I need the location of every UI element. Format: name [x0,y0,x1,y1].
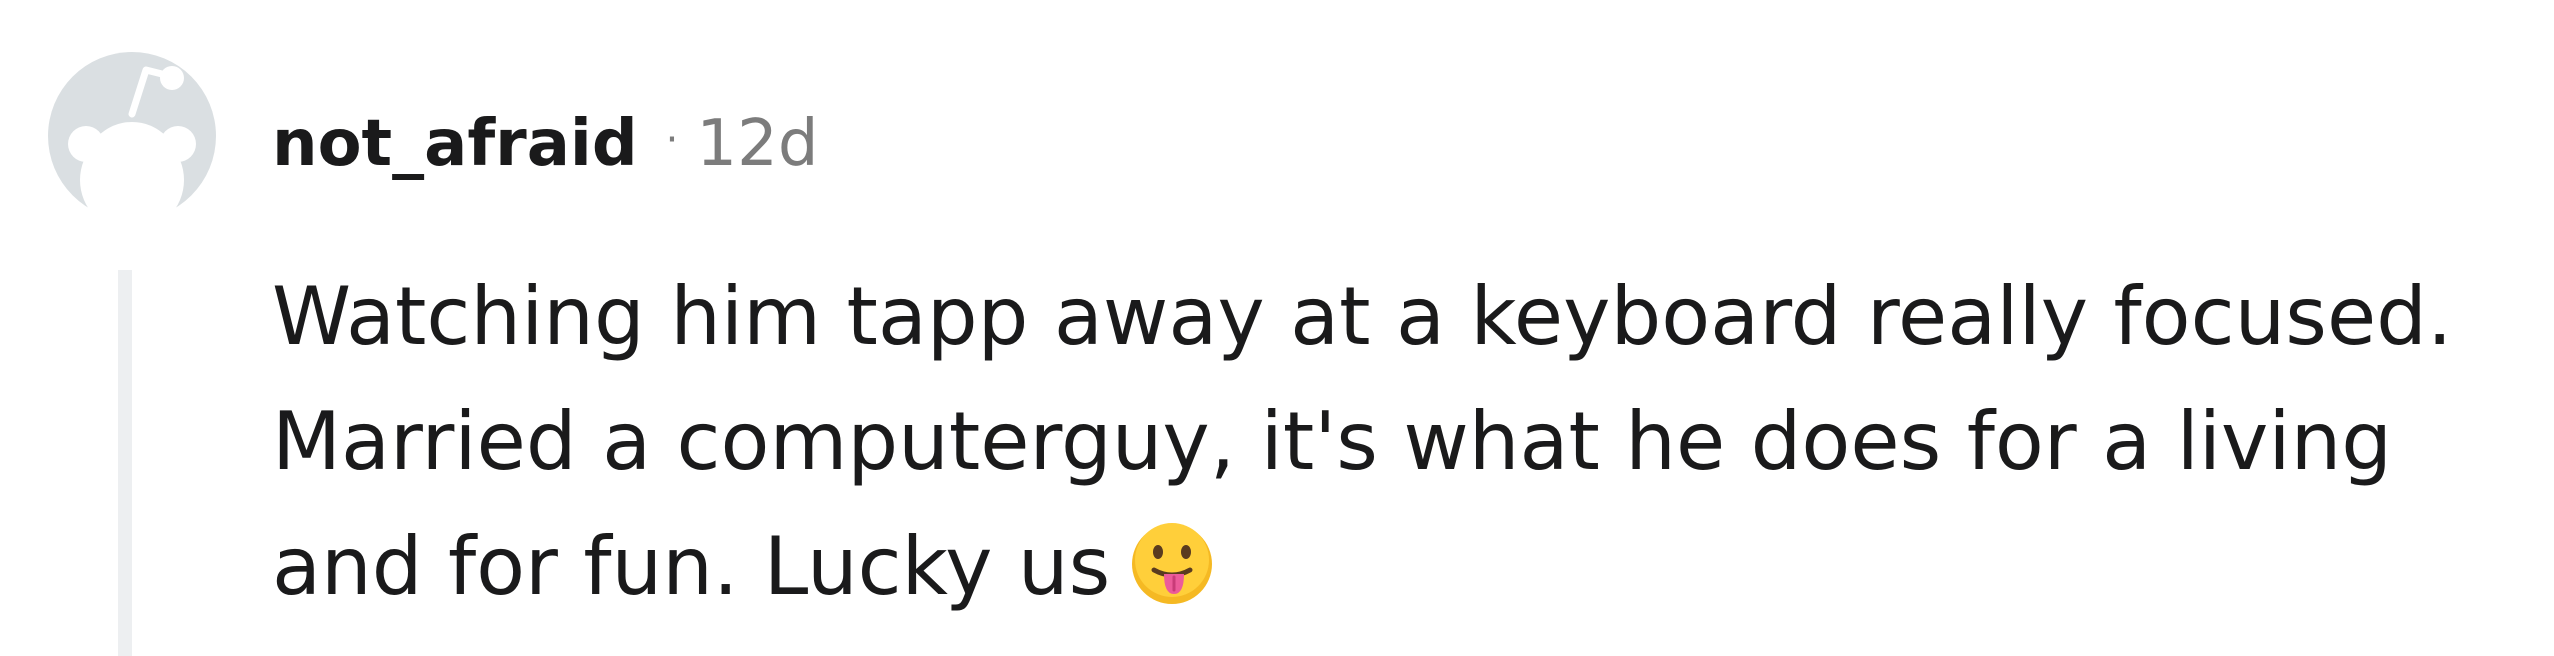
comment-age[interactable]: 12d [696,104,818,184]
reddit-snoo-avatar-icon [48,52,216,232]
comment-author[interactable]: not_afraid [272,104,638,184]
user-avatar[interactable] [48,52,216,232]
comment-body-line-3: and for fun. Lucky us [272,504,2512,629]
comment-body-line-1: Watching him tapp away at a keyboard rea… [272,270,2453,363]
comment-meta: not_afraid · 12d [272,104,818,184]
comment-body-line-3-text: and for fun. Lucky us [272,520,1111,613]
comment-body: Watching him tapp away at a keyboard rea… [272,254,2512,629]
comment-body-line-2: Married a computerguy, it's what he does… [272,395,2393,488]
face-with-tongue-emoji-icon [1130,516,1214,604]
thread-collapse-line[interactable] [118,270,132,656]
meta-separator: · [665,117,679,163]
comment-card: not_afraid · 12d Watching him tapp away … [0,0,2554,656]
